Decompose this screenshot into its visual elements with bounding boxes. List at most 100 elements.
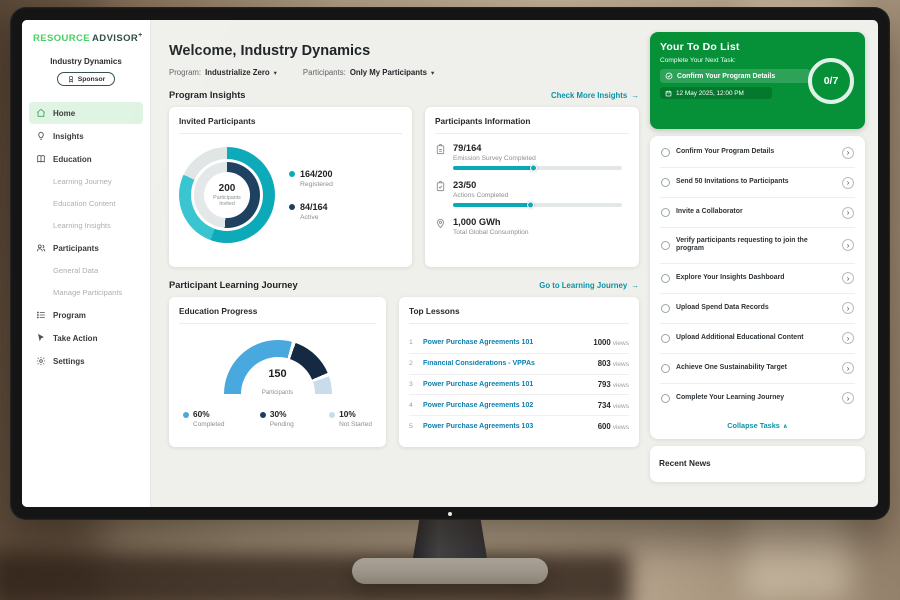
- task-checkbox[interactable]: [661, 274, 670, 283]
- task-row-send-invitations[interactable]: Send 50 Invitations to Participants ›: [660, 168, 855, 198]
- sidebar-item-label: Education Content: [53, 199, 115, 208]
- program-filter[interactable]: Program: Industrialize Zero ▾: [169, 68, 277, 77]
- chevron-right-icon[interactable]: ›: [842, 332, 854, 344]
- collapse-tasks-link[interactable]: Collapse Tasks∧: [660, 413, 855, 435]
- link-label: Go to Learning Journey: [539, 281, 627, 290]
- stat-emission-survey: 79/164 Emission Survey Completed: [435, 143, 629, 170]
- filter-label: Program:: [169, 68, 201, 77]
- task-row-verify-participants[interactable]: Verify participants requesting to join t…: [660, 228, 855, 264]
- invited-donut-chart: 200 Participants Invited: [179, 147, 275, 243]
- check-more-insights-link[interactable]: Check More Insights →: [551, 91, 639, 100]
- sidebar-item-learning-insights[interactable]: Learning Insights: [29, 215, 143, 236]
- participants-filter[interactable]: Participants: Only My Participants ▾: [303, 68, 434, 77]
- task-checkbox[interactable]: [661, 394, 670, 403]
- sidebar-item-label: Insights: [53, 132, 84, 141]
- chevron-right-icon[interactable]: ›: [842, 147, 854, 159]
- sidebar-item-program[interactable]: Program: [29, 304, 143, 326]
- lesson-views-value: 803: [598, 359, 611, 368]
- task-checkbox[interactable]: [661, 148, 670, 157]
- sidebar-item-education[interactable]: Education: [29, 148, 143, 170]
- task-row-complete-learning-journey[interactable]: Complete Your Learning Journey ›: [660, 384, 855, 413]
- participants-information-card: Participants Information 79/164 Emission…: [425, 107, 639, 267]
- stat-value: 79/164: [453, 143, 629, 153]
- legend-label: Not Started: [339, 421, 372, 428]
- lesson-link[interactable]: Power Purchase Agreements 101: [423, 381, 592, 388]
- task-label: Upload Additional Educational Content: [676, 334, 836, 343]
- due-date-label: 12 May 2025, 12:00 PM: [676, 90, 744, 97]
- legend-value: 164/200: [300, 169, 333, 179]
- sponsor-badge[interactable]: Sponsor: [57, 72, 116, 86]
- page-title: Welcome, Industry Dynamics: [169, 43, 639, 59]
- task-row-invite-collaborator[interactable]: Invite a Collaborator ›: [660, 198, 855, 228]
- clipboard-icon: [435, 144, 446, 155]
- sidebar-item-label: Manage Participants: [53, 288, 122, 297]
- content-column: Welcome, Industry Dynamics Program: Indu…: [151, 20, 650, 507]
- lesson-link[interactable]: Power Purchase Agreements 102: [423, 402, 592, 409]
- lesson-link[interactable]: Power Purchase Agreements 101: [423, 339, 587, 346]
- education-progress-card: Education Progress 150 Participants: [169, 297, 386, 447]
- lesson-row: 1 Power Purchase Agreements 101 1000view…: [409, 333, 629, 354]
- link-label: Check More Insights: [551, 91, 627, 100]
- sidebar-item-settings[interactable]: Settings: [29, 350, 143, 372]
- filter-label: Participants:: [303, 68, 346, 77]
- filter-value: Industrialize Zero: [205, 68, 270, 77]
- logo-plus: +: [138, 32, 143, 39]
- next-task-chip[interactable]: Confirm Your Program Details: [660, 69, 810, 83]
- sidebar-item-education-content[interactable]: Education Content: [29, 193, 143, 214]
- sidebar-item-participants[interactable]: Participants: [29, 237, 143, 259]
- task-label: Explore Your Insights Dashboard: [676, 274, 836, 283]
- legend-dot-icon: [289, 171, 295, 177]
- chevron-right-icon[interactable]: ›: [842, 207, 854, 219]
- sponsor-label: Sponsor: [78, 76, 106, 83]
- go-to-learning-journey-link[interactable]: Go to Learning Journey →: [539, 281, 639, 290]
- lesson-link[interactable]: Financial Considerations - VPPAs: [423, 360, 592, 367]
- lesson-views-label: views: [613, 382, 629, 389]
- sidebar-item-manage-participants[interactable]: Manage Participants: [29, 282, 143, 303]
- chevron-right-icon[interactable]: ›: [842, 392, 854, 404]
- todo-progress-value: 0/7: [824, 75, 839, 87]
- collapse-caret-icon: ∧: [783, 424, 788, 430]
- dashboard-screen: RESOURCEADVISOR+ Industry Dynamics Spons…: [22, 20, 878, 507]
- task-row-achieve-target[interactable]: Achieve One Sustainability Target ›: [660, 354, 855, 384]
- task-checkbox[interactable]: [661, 334, 670, 343]
- invited-participants-card: Invited Participants 200 Participants In…: [169, 107, 412, 267]
- sidebar-item-label: Participants: [53, 244, 99, 253]
- task-checkbox[interactable]: [661, 304, 670, 313]
- sidebar-item-learning-journey[interactable]: Learning Journey: [29, 171, 143, 192]
- lesson-rank: 2: [409, 360, 417, 367]
- gauge-legend: 60% Completed 30% Pending 10% Not Starte…: [179, 398, 376, 428]
- task-checkbox[interactable]: [661, 364, 670, 373]
- logo-text-advisor: ADVISOR: [92, 33, 138, 44]
- sidebar-item-general-data[interactable]: General Data: [29, 260, 143, 281]
- task-row-upload-spend-data[interactable]: Upload Spend Data Records ›: [660, 294, 855, 324]
- legend-dot-icon: [260, 412, 266, 418]
- lesson-views-label: views: [613, 340, 629, 347]
- chevron-right-icon[interactable]: ›: [842, 362, 854, 374]
- legend-label: Registered: [300, 181, 333, 188]
- sidebar-item-take-action[interactable]: Take Action: [29, 327, 143, 349]
- gear-icon: [36, 356, 46, 366]
- lesson-link[interactable]: Power Purchase Agreements 103: [423, 423, 592, 430]
- sidebar-item-label: Program: [53, 311, 86, 320]
- chevron-right-icon[interactable]: ›: [842, 239, 854, 251]
- todo-task-list: Confirm Your Program Details › Send 50 I…: [650, 136, 865, 439]
- stat-actions-completed: 23/50 Actions Completed: [435, 180, 629, 207]
- chevron-right-icon[interactable]: ›: [842, 177, 854, 189]
- stat-label: Total Global Consumption: [453, 229, 629, 236]
- task-checkbox[interactable]: [661, 208, 670, 217]
- task-label: Invite a Collaborator: [676, 208, 836, 217]
- task-checkbox[interactable]: [661, 178, 670, 187]
- lesson-views-value: 1000: [593, 338, 610, 347]
- lesson-views-label: views: [613, 424, 629, 431]
- task-checkbox[interactable]: [661, 241, 670, 250]
- sidebar-item-insights[interactable]: Insights: [29, 125, 143, 147]
- logo-text-resource: RESOURCE: [33, 33, 90, 44]
- task-row-upload-educational-content[interactable]: Upload Additional Educational Content ›: [660, 324, 855, 354]
- chevron-right-icon[interactable]: ›: [842, 272, 854, 284]
- task-row-explore-insights[interactable]: Explore Your Insights Dashboard ›: [660, 264, 855, 294]
- sidebar-item-home[interactable]: Home: [29, 102, 143, 124]
- legend-label: Completed: [193, 421, 224, 428]
- org-name: Industry Dynamics: [22, 57, 150, 66]
- chevron-right-icon[interactable]: ›: [842, 302, 854, 314]
- task-row-confirm-program[interactable]: Confirm Your Program Details ›: [660, 138, 855, 168]
